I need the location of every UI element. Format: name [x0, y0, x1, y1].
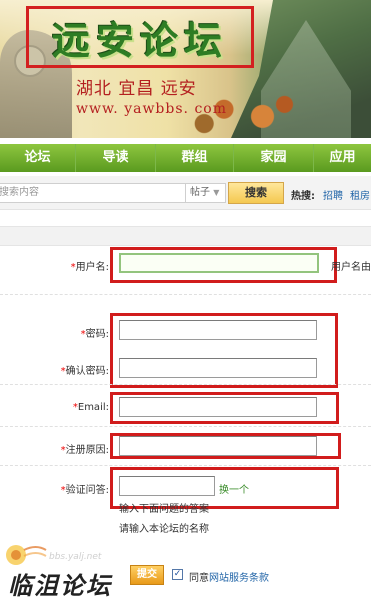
nav-forum[interactable]: 论坛 — [0, 144, 76, 172]
site-banner: 远安论坛 湖北 宜昌 远安 www. yawbbs. com — [0, 0, 371, 138]
row-divider — [0, 465, 371, 466]
row-divider — [0, 294, 371, 295]
confirm-password-label: *确认密码: — [60, 366, 109, 377]
logo-annotation-box: 远安论坛 — [26, 6, 254, 68]
password-field[interactable] — [119, 320, 317, 340]
username-label: *用户名: — [70, 262, 109, 273]
verify-hint: 输入下面问题的答案 — [119, 504, 209, 515]
verify-question: 请输入本论坛的名称 — [119, 524, 209, 535]
search-type-label: 帖子 — [190, 187, 210, 198]
main-nav: 论坛 导读 群组 家园 应用 — [0, 144, 371, 172]
nav-home[interactable]: 家园 — [234, 144, 314, 172]
reason-label: *注册原因: — [60, 445, 109, 456]
nav-guide[interactable]: 导读 — [76, 144, 156, 172]
agree-text: 同意网站服务条款 — [189, 573, 269, 584]
search-input[interactable]: 搜索内容 — [0, 183, 186, 203]
chevron-down-icon: ▼ — [213, 188, 220, 197]
username-field[interactable] — [119, 253, 319, 273]
agree-checkbox[interactable]: ✓ — [172, 569, 183, 580]
search-bar: 搜索内容 帖子 ▼ 搜索 热搜: 招聘 租房 — [0, 176, 371, 210]
banner-url-text: www. yawbbs. com — [76, 101, 227, 117]
email-label: *Email: — [72, 402, 109, 413]
row-divider — [0, 384, 371, 385]
nav-apps[interactable]: 应用 — [314, 144, 371, 172]
verify-label: *验证问答: — [60, 485, 109, 496]
row-divider — [0, 426, 371, 427]
change-question-link[interactable]: 换一个 — [219, 481, 249, 496]
username-hint: 用户名由 — [331, 262, 371, 273]
terms-link[interactable]: 网站服务条款 — [209, 573, 269, 584]
banner-city-text: 湖北 宜昌 远安 — [76, 79, 197, 99]
email-field[interactable] — [119, 397, 317, 417]
breadcrumb-bar — [0, 226, 371, 246]
reason-field[interactable] — [119, 436, 317, 456]
verify-answer-field[interactable] — [119, 476, 215, 496]
watermark-url: bbs.yalj.net — [49, 552, 102, 562]
site-logo[interactable]: 远安论坛 — [52, 10, 228, 65]
password-label: *密码: — [80, 329, 109, 340]
search-button[interactable]: 搜索 — [228, 182, 284, 204]
watermark-text: 临沮论坛 — [8, 571, 112, 600]
submit-button[interactable]: 提交 — [130, 565, 164, 585]
hot-link-jobs[interactable]: 招聘 — [323, 187, 343, 202]
search-type-select[interactable]: 帖子 ▼ — [186, 183, 226, 203]
confirm-password-field[interactable] — [119, 358, 317, 378]
hot-search-label: 热搜: — [291, 191, 315, 202]
nav-groups[interactable]: 群组 — [156, 144, 234, 172]
hot-link-rent[interactable]: 租房 — [350, 187, 370, 202]
